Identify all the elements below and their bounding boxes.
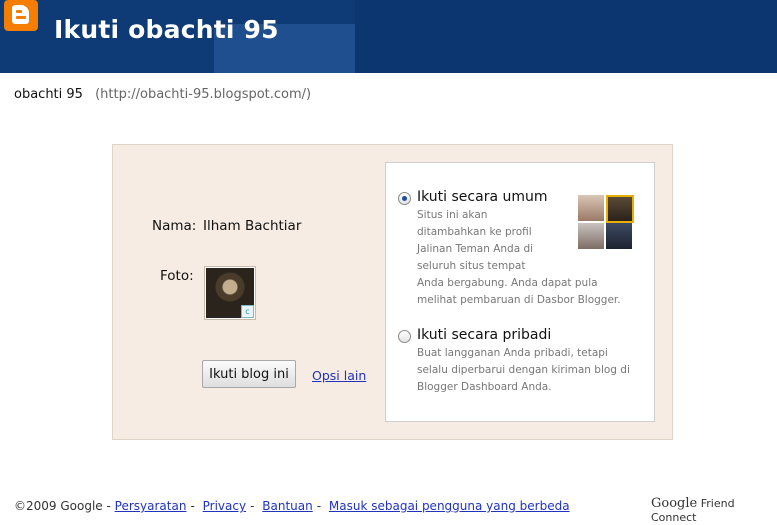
footer-link-help[interactable]: Bantuan	[262, 499, 312, 513]
name-value: Ilham Bachtiar	[203, 218, 302, 234]
other-options-link[interactable]: Opsi lain	[312, 368, 366, 383]
follow-public-radio[interactable]	[398, 192, 411, 205]
friends-avatars	[578, 195, 634, 251]
google-friend-connect-logo: Google Friend Connect	[651, 496, 777, 524]
google-wordmark: Google	[651, 496, 698, 511]
footer: ©2009 Google - Persyaratan - Privacy - Ban…	[14, 499, 570, 513]
photo-label: Foto:	[160, 268, 194, 284]
follow-private-description: Buat langganan Anda pribadi, tetapi sela…	[417, 347, 630, 393]
blog-name: obachti 95	[14, 87, 83, 102]
follow-options-box: Ikuti secara umum Situs ini akan ditamba…	[385, 162, 655, 422]
name-label: Nama:	[152, 218, 197, 234]
blogger-logo-icon[interactable]	[4, 0, 38, 31]
friend-avatar-selected	[606, 195, 634, 223]
footer-link-switch-user[interactable]: Masuk sebagai pengguna yang berbeda	[329, 499, 570, 513]
header-decoration-right	[355, 0, 777, 73]
header-bar: Ikuti obachti 95	[0, 0, 777, 73]
friend-avatar	[578, 223, 604, 249]
footer-link-terms[interactable]: Persyaratan	[115, 499, 187, 513]
friend-avatar	[606, 223, 632, 249]
friend-avatar	[578, 195, 604, 221]
blog-info: obachti 95 (http://obachti-95.blogspot.c…	[14, 87, 311, 102]
blog-url: (http://obachti-95.blogspot.com/)	[95, 87, 312, 102]
follow-panel: Nama: Ilham Bachtiar Foto: c Ikuti blog …	[112, 144, 673, 440]
follow-public-title[interactable]: Ikuti secara umum	[417, 189, 548, 205]
copyright: ©2009 Google -	[14, 499, 111, 513]
follow-private-radio[interactable]	[398, 330, 411, 343]
friend-connect-badge-icon: c	[241, 305, 254, 318]
follow-private-title[interactable]: Ikuti secara pribadi	[417, 327, 551, 343]
profile-photo: c	[204, 266, 256, 320]
footer-link-privacy[interactable]: Privacy	[203, 499, 246, 513]
follow-blog-button[interactable]: Ikuti blog ini	[202, 360, 296, 388]
page-title: Ikuti obachti 95	[54, 15, 279, 44]
